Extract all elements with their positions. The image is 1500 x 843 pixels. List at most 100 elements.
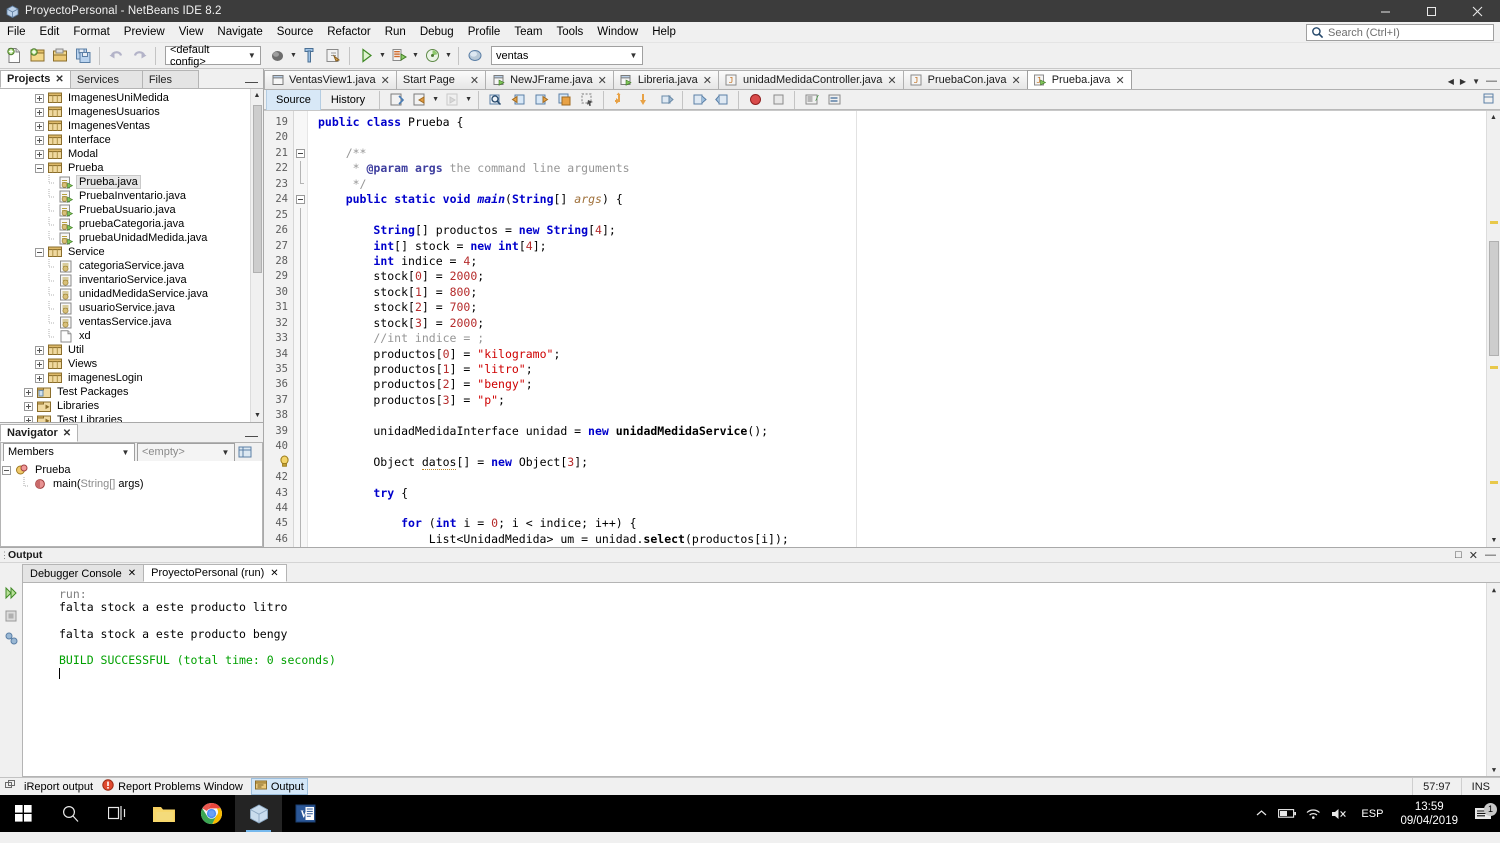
uncomment-icon[interactable]: [823, 89, 845, 111]
start-macro-recording-icon[interactable]: [688, 89, 710, 111]
status-ireport-output[interactable]: iReport output: [24, 781, 93, 793]
expand-icon[interactable]: [34, 135, 45, 146]
maximize-icon[interactable]: [1408, 0, 1454, 22]
close-icon[interactable]: ✕: [63, 428, 71, 439]
tree-row[interactable]: pruebaCategoria.java: [0, 217, 263, 231]
editor-scrollbar[interactable]: ▲ ▼: [1486, 111, 1500, 547]
tree-row[interactable]: PruebaUsuario.java: [0, 203, 263, 217]
scroll-down-icon[interactable]: ▼: [1487, 763, 1500, 776]
collapse-icon[interactable]: [1, 465, 12, 476]
minimize-icon[interactable]: —: [245, 75, 258, 88]
editor-tab-unidadmedidacontroller[interactable]: J unidadMedidaController.java ✕: [717, 70, 904, 89]
tab-projects[interactable]: Projects ✕: [0, 70, 71, 88]
tree-row[interactable]: unidadMedidaService.java: [0, 287, 263, 301]
comment-icon[interactable]: /: [800, 89, 822, 111]
stop-macro-recording-icon[interactable]: [711, 89, 733, 111]
menu-help[interactable]: Help: [645, 24, 683, 40]
grip-icon[interactable]: ⋮: [0, 550, 9, 561]
close-icon[interactable]: ✕: [128, 568, 136, 579]
tree-row[interactable]: xd: [0, 329, 263, 343]
scroll-down-icon[interactable]: ▼: [251, 409, 263, 422]
tree-row[interactable]: Libraries: [0, 399, 263, 413]
build-project-icon[interactable]: [266, 45, 288, 67]
warning-bulb-icon[interactable]: [264, 455, 293, 470]
tree-row[interactable]: ventasService.java: [0, 315, 263, 329]
scroll-up-icon[interactable]: ▲: [251, 89, 263, 102]
chevron-up-icon[interactable]: [1248, 809, 1274, 818]
tree-row[interactable]: usuarioService.java: [0, 301, 263, 315]
tree-row[interactable]: ImagenesUniMedida: [0, 91, 263, 105]
tree-row[interactable]: Test Packages: [0, 385, 263, 399]
expand-icon[interactable]: [34, 373, 45, 384]
menu-run[interactable]: Run: [378, 24, 413, 40]
save-all-icon[interactable]: [72, 45, 94, 67]
minimize-icon[interactable]: —: [245, 429, 258, 442]
tree-row[interactable]: PruebaInventario.java: [0, 189, 263, 203]
expand-icon[interactable]: [23, 415, 34, 422]
menu-format[interactable]: Format: [66, 24, 116, 40]
scrollbar-thumb[interactable]: [1489, 241, 1499, 356]
editor-tab-startpage[interactable]: Start Page ✕: [395, 70, 487, 89]
toggle-breakpoint-icon[interactable]: [744, 89, 766, 111]
forward-icon[interactable]: [441, 89, 463, 111]
warning-mark[interactable]: [1490, 221, 1498, 224]
output-tab-debugger-console[interactable]: Debugger Console ✕: [22, 564, 145, 582]
scroll-up-icon[interactable]: ▲: [1487, 111, 1500, 124]
editor-fold-column[interactable]: [294, 111, 308, 547]
chevron-down-icon[interactable]: ▼: [411, 45, 420, 67]
menu-tools[interactable]: Tools: [549, 24, 590, 40]
stop-icon[interactable]: [767, 89, 789, 111]
collapse-icon[interactable]: [34, 247, 45, 258]
notification-icon[interactable]: 1: [1466, 802, 1500, 822]
tree-row[interactable]: Views: [0, 357, 263, 371]
tree-row[interactable]: Interface: [0, 133, 263, 147]
expand-icon[interactable]: [23, 401, 34, 412]
expand-editor-icon[interactable]: [1483, 93, 1494, 107]
expand-icon[interactable]: [34, 121, 45, 132]
navigator-method-row[interactable]: main(String[] args): [1, 477, 262, 491]
scroll-right-icon[interactable]: ▶: [1460, 77, 1466, 86]
tree-row[interactable]: Prueba.java: [0, 175, 263, 189]
config-combo[interactable]: <default config> ▼: [165, 44, 261, 68]
back-icon[interactable]: [408, 89, 430, 111]
shift-line-right-icon[interactable]: [632, 89, 654, 111]
expand-icon[interactable]: [34, 93, 45, 104]
menu-navigate[interactable]: Navigate: [210, 24, 269, 40]
chrome-icon[interactable]: [188, 795, 235, 832]
generate-javadoc-icon[interactable]: [322, 45, 344, 67]
navigator-view-combo[interactable]: Members ▼: [3, 442, 135, 462]
toggle-bookmark-icon[interactable]: [553, 89, 575, 111]
tab-services[interactable]: Services: [69, 70, 143, 88]
tree-row[interactable]: Prueba: [0, 161, 263, 175]
open-project-icon[interactable]: [49, 45, 71, 67]
menu-view[interactable]: View: [172, 24, 211, 40]
tab-navigator[interactable]: Navigator ✕: [0, 424, 79, 442]
navigator-class-row[interactable]: Prueba: [1, 463, 262, 477]
close-icon[interactable]: ✕: [1469, 549, 1478, 562]
minimize-icon[interactable]: —: [1486, 75, 1497, 87]
tab-files[interactable]: Files: [141, 70, 199, 88]
tree-row[interactable]: ImagenesVentas: [0, 119, 263, 133]
next-bookmark-icon[interactable]: [530, 89, 552, 111]
rerun-icon[interactable]: [3, 585, 19, 604]
shift-line-alt-icon[interactable]: [655, 89, 677, 111]
toggle-rectangular-selection-icon[interactable]: [576, 89, 598, 111]
chevron-down-icon[interactable]: ▼: [289, 45, 298, 67]
last-edit-icon[interactable]: [385, 89, 407, 111]
scroll-down-icon[interactable]: ▼: [1487, 534, 1500, 547]
menu-window[interactable]: Window: [590, 24, 645, 40]
tree-row[interactable]: pruebaUnidadMedida.java: [0, 231, 263, 245]
status-output[interactable]: Output: [250, 778, 308, 795]
output-scrollbar[interactable]: ▲ ▼: [1486, 583, 1500, 776]
fold-toggle-icon[interactable]: [296, 148, 305, 158]
minimize-icon[interactable]: [1362, 0, 1408, 22]
fold-toggle-icon[interactable]: [296, 195, 305, 205]
new-file-icon[interactable]: [3, 45, 25, 67]
scroll-up-icon[interactable]: ▲: [1487, 583, 1500, 596]
scroll-left-icon[interactable]: ◀: [1448, 77, 1454, 86]
tree-row[interactable]: Service: [0, 245, 263, 259]
undo-icon[interactable]: [105, 45, 127, 67]
start-button[interactable]: [0, 795, 47, 832]
menu-edit[interactable]: Edit: [33, 24, 67, 40]
menu-source[interactable]: Source: [270, 24, 320, 40]
